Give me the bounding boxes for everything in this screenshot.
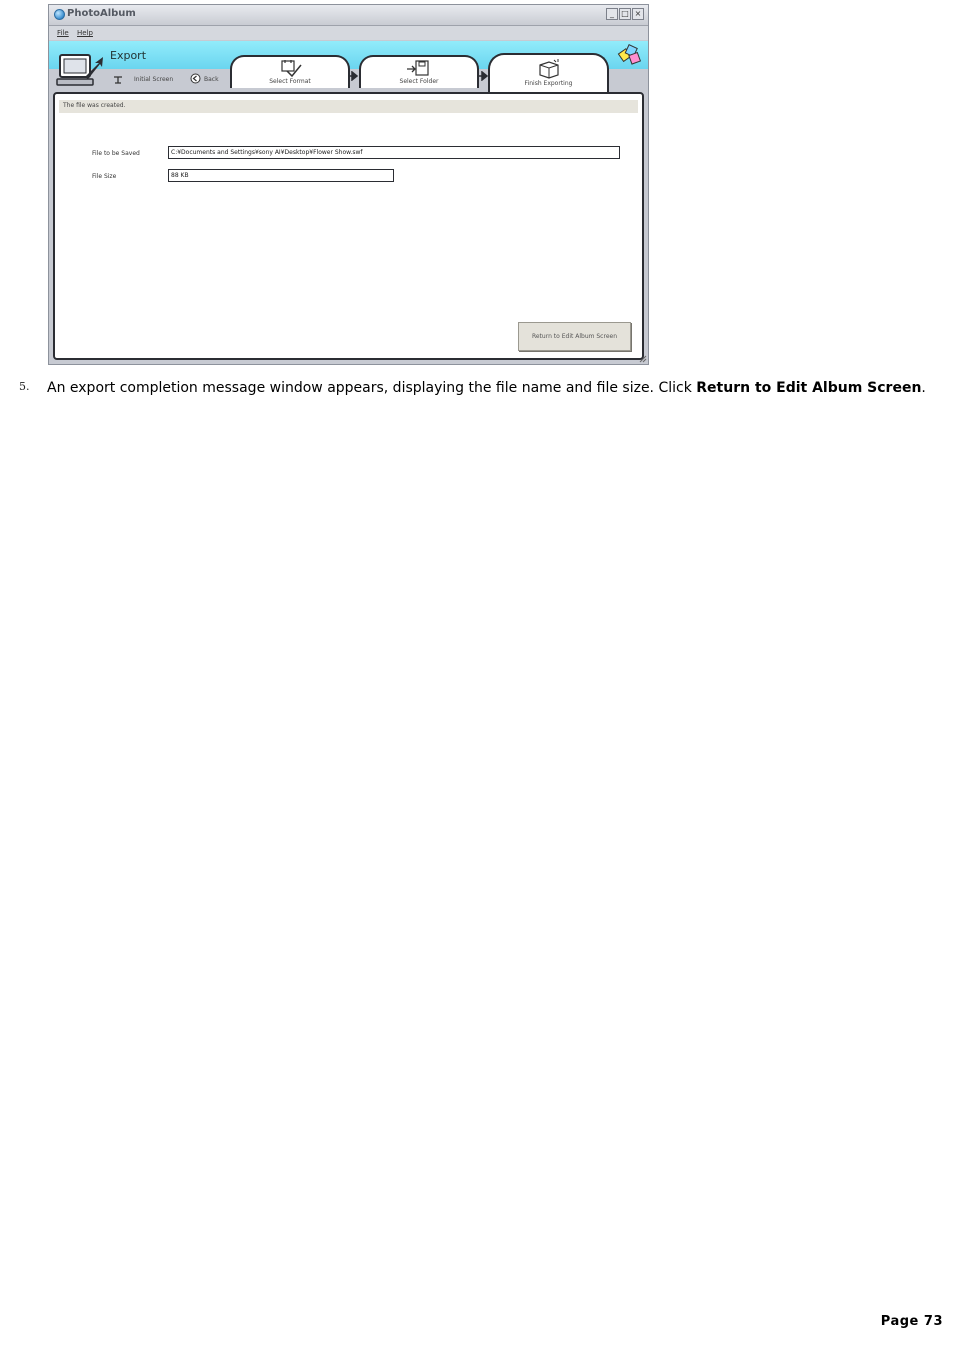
computer-export-icon (56, 54, 103, 86)
menu-file[interactable]: File (57, 29, 69, 37)
minimize-button[interactable]: _ (606, 8, 618, 20)
step-select-format-label: Select Format (269, 78, 311, 85)
back-icon[interactable] (190, 73, 201, 84)
file-to-be-saved-label: File to be Saved (92, 150, 140, 157)
step-select-folder[interactable]: Select Folder (359, 55, 479, 88)
photoalbum-window: PhotoAlbum _ □ × File Help Export Initia… (48, 4, 649, 365)
file-size-field[interactable]: 88 KB (168, 169, 394, 182)
close-button[interactable]: × (632, 8, 644, 20)
window-controls: _ □ × (606, 8, 644, 20)
floppy-disk-icon (407, 60, 429, 76)
window-title: PhotoAlbum (67, 8, 136, 19)
step-finish-exporting[interactable]: Finish Exporting (488, 53, 609, 95)
instruction-bold-label: Return to Edit Album Screen (696, 380, 922, 396)
instruction-text-after: . (921, 380, 926, 396)
initial-screen-link[interactable]: Initial Screen (134, 76, 173, 83)
status-message: The file was created. (63, 102, 126, 109)
step-finish-exporting-label: Finish Exporting (524, 80, 573, 87)
back-link[interactable]: Back (204, 76, 219, 83)
format-icon (281, 60, 302, 78)
instruction-text: An export completion message window appe… (47, 379, 927, 397)
initial-screen-icon[interactable] (113, 75, 124, 85)
export-title: Export (110, 49, 147, 62)
file-to-be-saved-field[interactable]: C:¥Documents and Settings¥sony AI¥Deskto… (168, 146, 620, 159)
step-select-folder-label: Select Folder (399, 78, 439, 85)
export-result-panel: The file was created. File to be Saved C… (53, 92, 644, 360)
photoalbum-logo-icon (617, 44, 642, 65)
maximize-button[interactable]: □ (619, 8, 631, 20)
photoalbum-app-icon (54, 9, 65, 20)
menu-help[interactable]: Help (77, 29, 93, 37)
finish-box-icon (538, 59, 559, 79)
title-bar[interactable]: PhotoAlbum _ □ × (49, 5, 648, 26)
instruction-text-before: An export completion message window appe… (47, 380, 697, 396)
file-size-label: File Size (92, 173, 117, 180)
menu-bar: File Help (49, 26, 648, 40)
return-to-edit-album-button[interactable]: Return to Edit Album Screen (518, 322, 631, 351)
step-select-format[interactable]: Select Format (230, 55, 350, 88)
status-strip: The file was created. (59, 100, 638, 113)
page-number: Page 73 (880, 1314, 943, 1329)
step-number: 5. (19, 380, 30, 393)
resize-grip-icon[interactable] (639, 355, 647, 363)
step-arrow-icon (349, 71, 359, 81)
